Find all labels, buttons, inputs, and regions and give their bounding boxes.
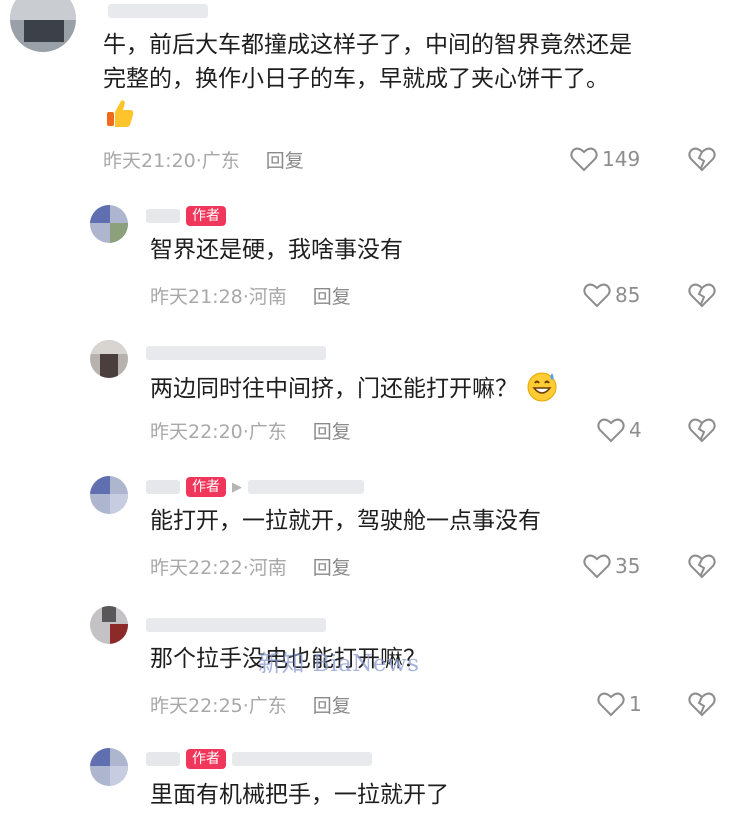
- author-badge: 作者: [186, 206, 226, 226]
- author-badge: 作者: [186, 477, 226, 497]
- reply-button[interactable]: 回复: [313, 691, 351, 718]
- avatar[interactable]: [90, 476, 128, 514]
- avatar[interactable]: [90, 748, 128, 786]
- heart-outline-icon: [583, 283, 611, 308]
- like-count: 4: [629, 418, 642, 442]
- comment-meta: 昨天21:28·河南 回复: [150, 281, 351, 309]
- time-location: 昨天22:20·广东: [150, 420, 287, 443]
- watermark: 新知 BiaNews: [258, 651, 420, 677]
- broken-heart-outline-icon[interactable]: [688, 281, 716, 309]
- reply-button[interactable]: 回复: [313, 417, 351, 444]
- like-button[interactable]: 85: [583, 281, 640, 309]
- reply-button[interactable]: 回复: [313, 553, 351, 580]
- like-button[interactable]: 4: [597, 416, 642, 444]
- time-location: 昨天22:22·河南: [150, 556, 287, 579]
- comment-meta: 昨天22:20·广东 回复: [150, 416, 351, 444]
- username[interactable]: 作者: [146, 748, 372, 770]
- like-count: 85: [615, 283, 641, 307]
- time-location: 昨天22:25·广东: [150, 694, 287, 717]
- reply-to-arrow-icon: ▶: [232, 479, 242, 495]
- sweat-smile-emoji-icon: [525, 370, 559, 412]
- like-button[interactable]: 149: [570, 145, 640, 173]
- username[interactable]: [146, 614, 326, 636]
- avatar[interactable]: [90, 340, 128, 378]
- like-button[interactable]: 35: [583, 552, 640, 580]
- like-button[interactable]: 1: [597, 690, 642, 718]
- author-badge: 作者: [186, 749, 226, 769]
- username[interactable]: [108, 0, 208, 22]
- reply-button[interactable]: 回复: [313, 282, 351, 309]
- broken-heart-outline-icon[interactable]: [688, 552, 716, 580]
- heart-outline-icon: [570, 147, 598, 172]
- comment-text: 两边同时往中间挤，门还能打开嘛？: [150, 370, 559, 412]
- thumbs-up-emoji-icon: [103, 96, 632, 140]
- comment-text: 智界还是硬，我啥事没有: [150, 237, 403, 263]
- comment-meta: 昨天22:22·河南 回复: [150, 552, 351, 580]
- broken-heart-outline-icon[interactable]: [688, 145, 716, 173]
- avatar[interactable]: [10, 0, 76, 52]
- like-count: 35: [615, 554, 641, 578]
- time-location: 昨天21:20·广东: [103, 149, 240, 172]
- like-count: 149: [602, 147, 641, 171]
- broken-heart-outline-icon[interactable]: [688, 416, 716, 444]
- username[interactable]: 作者 ▶: [146, 476, 364, 498]
- comment-text: 能打开，一拉就开，驾驶舱一点事没有: [150, 508, 541, 534]
- comment-text: 里面有机械把手，一拉就开了: [150, 782, 449, 808]
- heart-outline-icon: [597, 692, 625, 717]
- username[interactable]: 作者: [146, 205, 226, 227]
- comment-meta: 昨天21:20·广东 回复: [103, 145, 304, 173]
- heart-outline-icon: [597, 418, 625, 443]
- heart-outline-icon: [583, 554, 611, 579]
- username[interactable]: [146, 342, 326, 364]
- comment-text: 牛，前后大车都撞成这样子了，中间的智界竟然还是 完整的，换作小日子的车，早就成了…: [103, 28, 632, 140]
- avatar[interactable]: [90, 205, 128, 243]
- like-count: 1: [629, 692, 642, 716]
- comment-meta: 昨天22:25·广东 回复: [150, 690, 351, 718]
- time-location: 昨天21:28·河南: [150, 285, 287, 308]
- broken-heart-outline-icon[interactable]: [688, 690, 716, 718]
- reply-button[interactable]: 回复: [266, 146, 304, 173]
- avatar[interactable]: [90, 606, 128, 644]
